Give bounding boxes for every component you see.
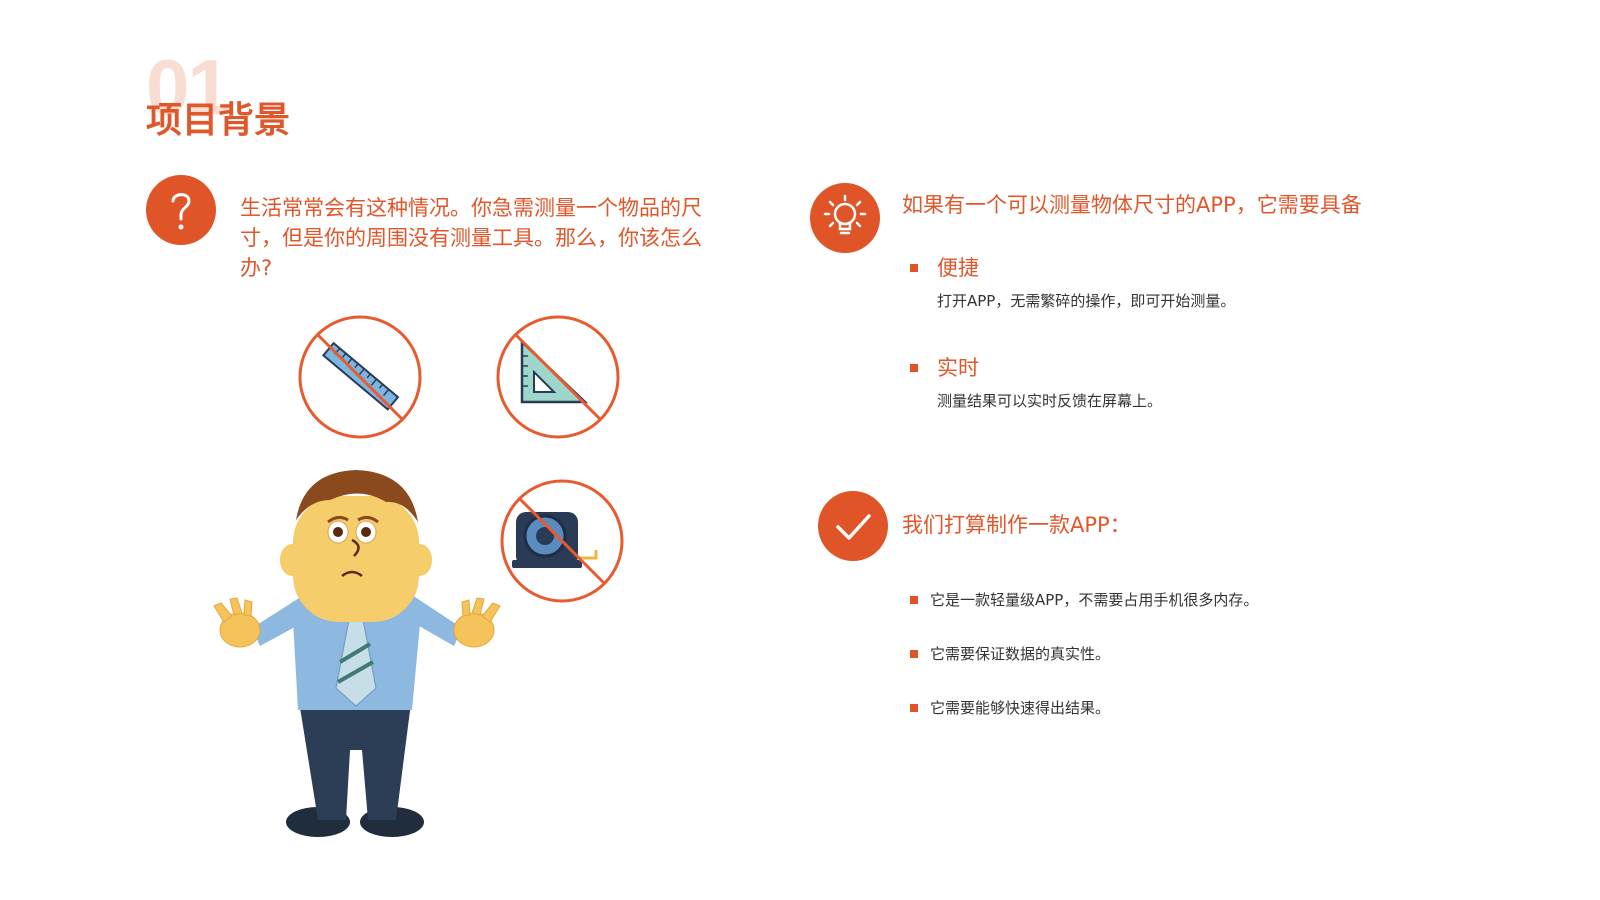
bullet-square [910,364,918,372]
idea-heading: 如果有一个可以测量物体尺寸的APP，它需要具备 [902,193,1362,217]
illustration [213,315,624,837]
bullet-square [910,650,918,658]
confused-man-illustration [213,470,501,837]
no-triangle-ruler-icon [496,315,620,439]
feature-title: 实时 [937,356,979,380]
bullet-square [910,264,918,272]
feature-desc: 打开APP，无需繁碎的操作，即可开始测量。 [937,292,1236,310]
question-icon [146,175,216,245]
plan-item: 它是一款轻量级APP，不需要占用手机很多内存。 [930,591,1259,609]
question-text: 生活常常会有这种情况。你急需测量一个物品的尺寸，但是你的周围没有测量工具。那么，… [240,196,702,280]
section-title: 项目背景 [146,100,291,141]
plan-heading: 我们打算制作一款APP： [902,513,1131,537]
bullet-square [910,704,918,712]
no-ruler-icon [298,315,422,439]
checkmark-icon [818,491,888,561]
feature-title: 便捷 [937,256,979,280]
bullet-square [910,596,918,604]
plan-item: 它需要保证数据的真实性。 [930,645,1111,663]
plan-item: 它需要能够快速得出结果。 [930,699,1111,717]
lightbulb-icon [810,183,880,253]
no-tape-measure-icon [500,479,624,603]
feature-desc: 测量结果可以实时反馈在屏幕上。 [937,392,1163,410]
